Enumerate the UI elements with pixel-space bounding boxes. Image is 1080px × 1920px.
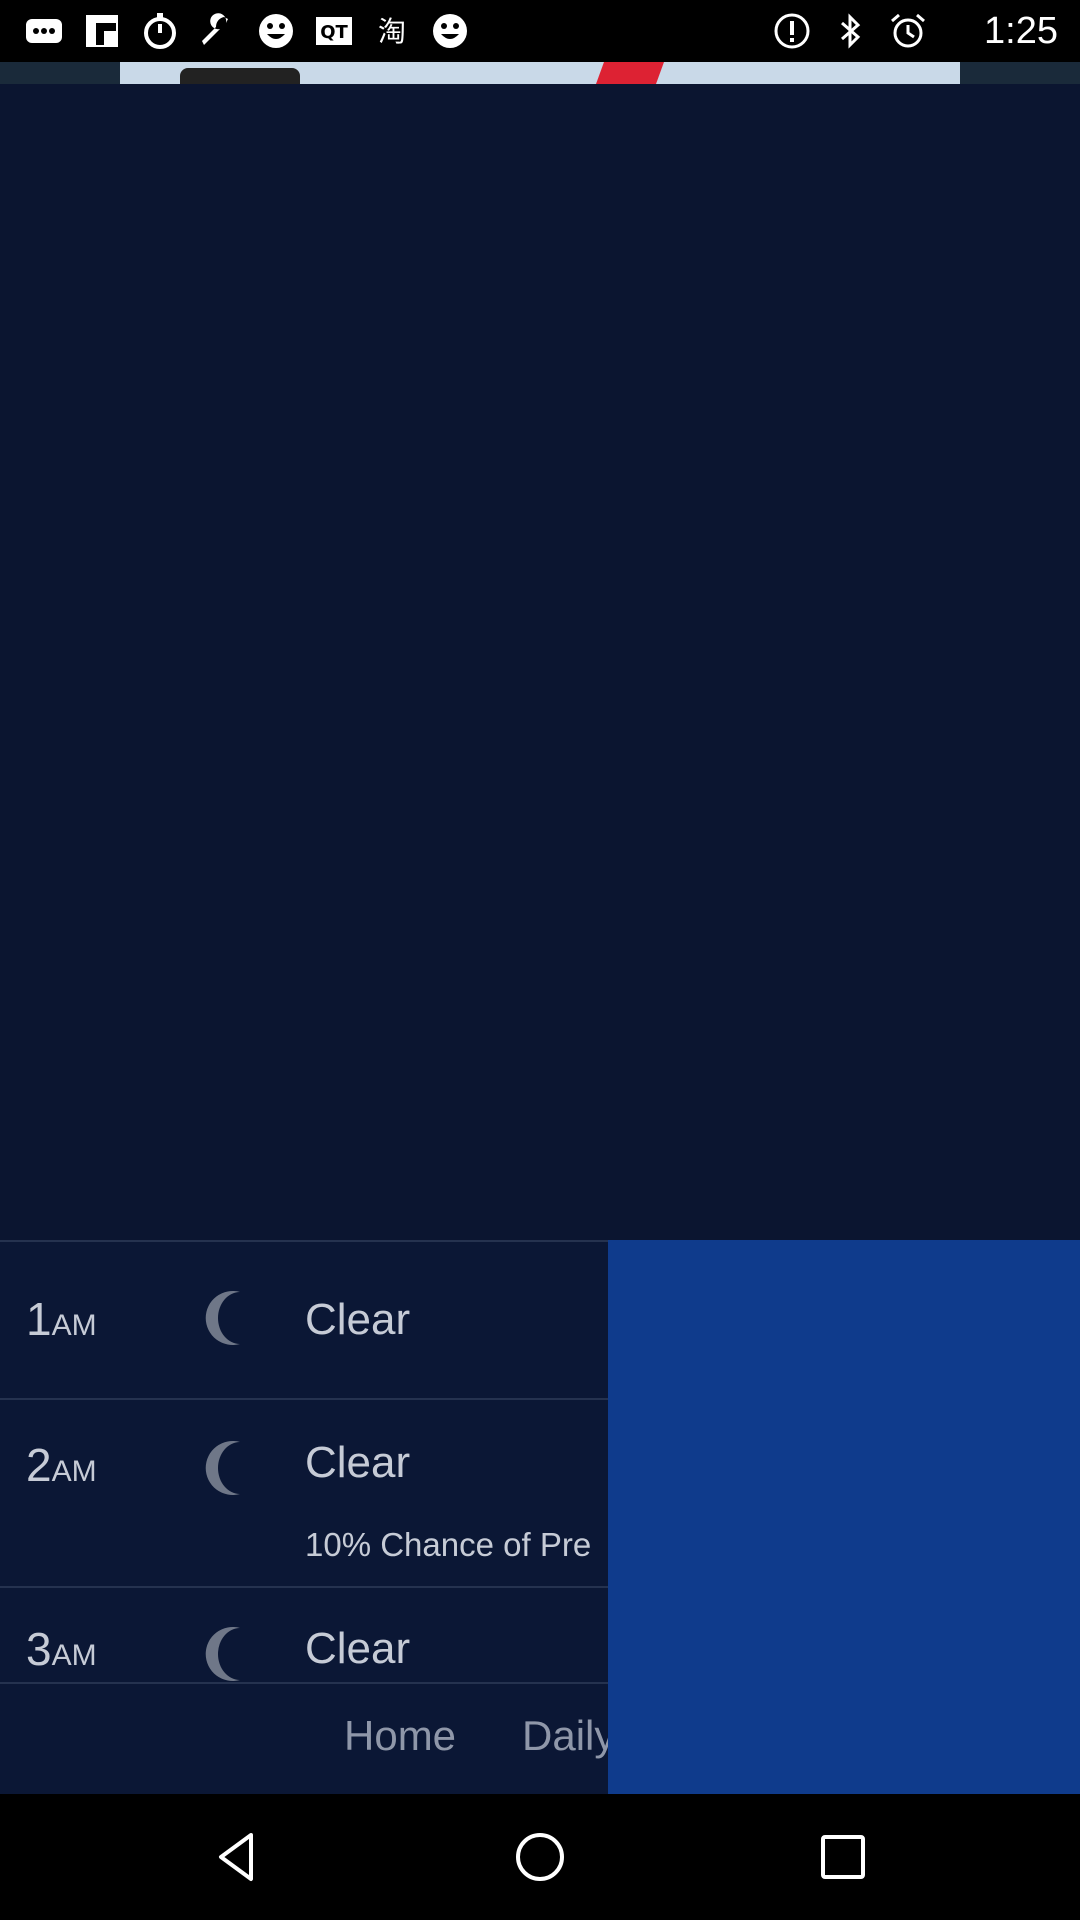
status-time: 1:25 xyxy=(984,10,1058,52)
flipboard-icon xyxy=(80,9,124,53)
back-icon xyxy=(219,1833,253,1881)
blue-overlay-panel xyxy=(608,1240,1080,1794)
ad-banner[interactable] xyxy=(120,62,960,84)
notification-icons: QT 淘 xyxy=(22,8,472,54)
nav-home-tab[interactable]: Home xyxy=(344,1712,456,1760)
timer-icon xyxy=(138,9,182,53)
moon-icon xyxy=(205,1627,240,1681)
home-button[interactable] xyxy=(497,1814,583,1900)
system-icons xyxy=(770,8,930,54)
nav-daily-tab[interactable]: Daily xyxy=(522,1712,615,1760)
status-bar: QT 淘 1:25 xyxy=(0,0,1080,62)
info-icon xyxy=(770,9,814,53)
moon-icon xyxy=(205,1441,240,1495)
home-circle-icon xyxy=(516,1833,564,1881)
svg-text:QT: QT xyxy=(320,22,348,43)
svg-text:淘: 淘 xyxy=(378,15,406,48)
condition-label: Clear xyxy=(305,1438,411,1487)
taobao-icon: 淘 xyxy=(370,9,414,53)
back-button[interactable] xyxy=(194,1814,280,1900)
qt-icon: QT xyxy=(312,9,356,53)
ad-graphic xyxy=(595,62,665,84)
hour-label: 3AM xyxy=(26,1623,97,1675)
smiley-icon xyxy=(254,9,298,53)
wrench-icon xyxy=(196,9,240,53)
alarm-icon xyxy=(886,9,930,53)
bluetooth-icon xyxy=(828,9,872,53)
hour-label: 2AM xyxy=(26,1439,97,1491)
main-content-area xyxy=(0,84,1080,1240)
moon-icon xyxy=(205,1291,240,1345)
hour-label: 1AM xyxy=(26,1293,97,1345)
condition-label: Clear xyxy=(305,1624,411,1673)
system-nav-bar xyxy=(0,1794,1080,1920)
ad-graphic xyxy=(180,68,300,84)
condition-label: Clear xyxy=(305,1295,411,1344)
precip-chance: 10% Chance of Pre xyxy=(305,1526,592,1563)
recents-button[interactable] xyxy=(800,1814,886,1900)
smiley-icon xyxy=(428,9,472,53)
more-icon xyxy=(22,9,66,53)
recents-icon xyxy=(821,1835,865,1879)
